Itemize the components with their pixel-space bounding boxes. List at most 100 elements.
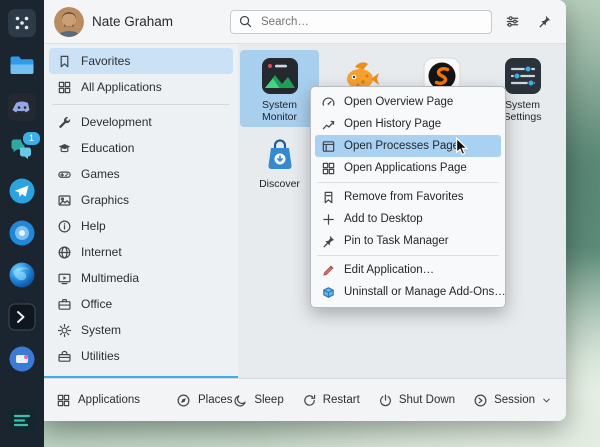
menu-item-label: Remove from Favorites: [344, 191, 464, 203]
footer-tab-places[interactable]: Places: [176, 393, 233, 408]
app-tile-discover[interactable]: Discover: [240, 129, 319, 206]
briefcase-icon: [57, 297, 72, 312]
sidebar-item-education[interactable]: Education: [49, 135, 233, 161]
menu-item-uninstall-or-manage-addons[interactable]: Uninstall or Manage Add-Ons…: [315, 281, 501, 303]
search-input[interactable]: [259, 15, 484, 29]
menu-item-edit-application[interactable]: Edit Application…: [315, 259, 501, 281]
taskbar-messages-button[interactable]: 1: [7, 134, 37, 164]
grid-icon: [321, 161, 336, 176]
pin-window-button[interactable]: [532, 10, 556, 34]
menu-item-open-overview-page[interactable]: Open Overview Page: [315, 91, 501, 113]
info-icon: [57, 219, 72, 234]
moon-icon: [233, 393, 248, 408]
session-icon: [473, 393, 488, 408]
menu-item-open-applications-page[interactable]: Open Applications Page: [315, 157, 501, 179]
footer-tab-label: Places: [198, 394, 233, 406]
sort-configure-button[interactable]: [500, 10, 524, 34]
menu-separator: [317, 182, 499, 183]
menu-item-label: Edit Application…: [344, 264, 434, 276]
menu-item-pin-to-task-manager[interactable]: Pin to Task Manager: [315, 230, 501, 252]
sidebar-item-label: Help: [81, 219, 106, 233]
terminal-icon: [8, 303, 36, 331]
sidebar-item-label: Graphics: [81, 193, 129, 207]
blue-round-app-icon: [8, 219, 36, 247]
gamepad-icon: [57, 167, 72, 182]
image-icon: [57, 193, 72, 208]
grid-icon: [57, 80, 72, 95]
app-tile-system-monitor[interactable]: System Monitor: [240, 50, 319, 127]
notification-badge: 1: [21, 130, 42, 147]
taskbar-terminal-button[interactable]: [7, 302, 37, 332]
user-avatar[interactable]: [54, 7, 84, 37]
menu-item-remove-from-favorites[interactable]: Remove from Favorites: [315, 186, 501, 208]
discover-icon: [260, 135, 300, 175]
sleep-button[interactable]: Sleep: [233, 393, 283, 408]
app-tile-label: System Monitor: [244, 99, 316, 124]
taskbar-app-launcher-button[interactable]: [7, 8, 37, 38]
globe-icon: [57, 245, 72, 260]
sidebar-item-label: Education: [81, 141, 134, 155]
menu-item-label: Open Overview Page: [344, 96, 453, 108]
shut-down-button[interactable]: Shut Down: [378, 393, 455, 408]
sidebar-item-office[interactable]: Office: [49, 291, 233, 317]
sidebar-item-multimedia[interactable]: Multimedia: [49, 265, 233, 291]
category-sidebar: Favorites All Applications Development E…: [44, 44, 238, 378]
gear-icon: [57, 323, 72, 338]
sidebar-divider: [52, 104, 230, 105]
taskbar-telegram-button[interactable]: [7, 176, 37, 206]
pencil-icon: [321, 263, 336, 278]
sidebar-item-favorites[interactable]: Favorites: [49, 48, 233, 74]
user-name: Nate Graham: [92, 14, 173, 29]
footer-tab-label: Applications: [78, 394, 140, 406]
bookmark-icon: [57, 54, 72, 69]
pin-icon: [537, 14, 552, 29]
screen-share-icon: [8, 345, 36, 373]
sidebar-item-label: All Applications: [81, 80, 162, 94]
grid-icon: [56, 393, 71, 408]
sidebar-item-label: Internet: [81, 245, 122, 259]
restart-button[interactable]: Restart: [302, 393, 360, 408]
telegram-icon: [8, 177, 36, 205]
search-icon: [238, 14, 253, 29]
chevron-down-icon: [541, 395, 552, 406]
sidebar-item-internet[interactable]: Internet: [49, 239, 233, 265]
sidebar-item-system[interactable]: System: [49, 317, 233, 343]
media-app-icon: [8, 406, 36, 434]
launcher-footer: Applications Places Sleep Restart Shut D…: [44, 378, 566, 421]
sidebar-item-games[interactable]: Games: [49, 161, 233, 187]
taskbar-discord-button[interactable]: [7, 92, 37, 122]
taskbar-media-app-button[interactable]: [7, 405, 37, 435]
browser-icon: [8, 261, 36, 289]
taskbar-file-manager-button[interactable]: [7, 50, 37, 80]
app-launcher: Nate Graham Favorites A: [44, 0, 566, 421]
sidebar-item-label: System: [81, 323, 121, 337]
action-label: Shut Down: [399, 394, 455, 406]
menu-item-label: Open Processes Page: [344, 140, 459, 152]
sidebar-item-label: Favorites: [81, 54, 130, 68]
sidebar-item-label: Utilities: [81, 349, 120, 363]
taskbar-remote-app-button[interactable]: [7, 344, 37, 374]
sidebar-item-all-applications[interactable]: All Applications: [49, 74, 233, 100]
footer-tab-applications[interactable]: Applications: [56, 393, 140, 408]
sidebar-item-graphics[interactable]: Graphics: [49, 187, 233, 213]
launcher-header: Nate Graham: [44, 0, 566, 44]
app-launcher-icon: [8, 9, 36, 37]
pin-icon: [321, 234, 336, 249]
sidebar-item-label: Development: [81, 115, 152, 129]
sidebar-item-utilities[interactable]: Utilities: [49, 343, 233, 369]
plus-icon: [321, 212, 336, 227]
power-icon: [378, 393, 393, 408]
menu-item-open-processes-page[interactable]: Open Processes Page: [315, 135, 501, 157]
menu-item-open-history-page[interactable]: Open History Page: [315, 113, 501, 135]
sidebar-item-development[interactable]: Development: [49, 109, 233, 135]
taskbar-browser-button[interactable]: [7, 260, 37, 290]
menu-item-add-to-desktop[interactable]: Add to Desktop: [315, 208, 501, 230]
taskbar-contacts-button[interactable]: [7, 218, 37, 248]
context-menu: Open Overview Page Open History Page Ope…: [310, 86, 506, 308]
sidebar-item-help[interactable]: Help: [49, 213, 233, 239]
wrench-icon: [57, 115, 72, 130]
search-box[interactable]: [230, 10, 492, 34]
session-button[interactable]: Session: [473, 393, 552, 408]
menu-item-label: Open Applications Page: [344, 162, 467, 174]
taskbar: 1: [0, 0, 44, 447]
